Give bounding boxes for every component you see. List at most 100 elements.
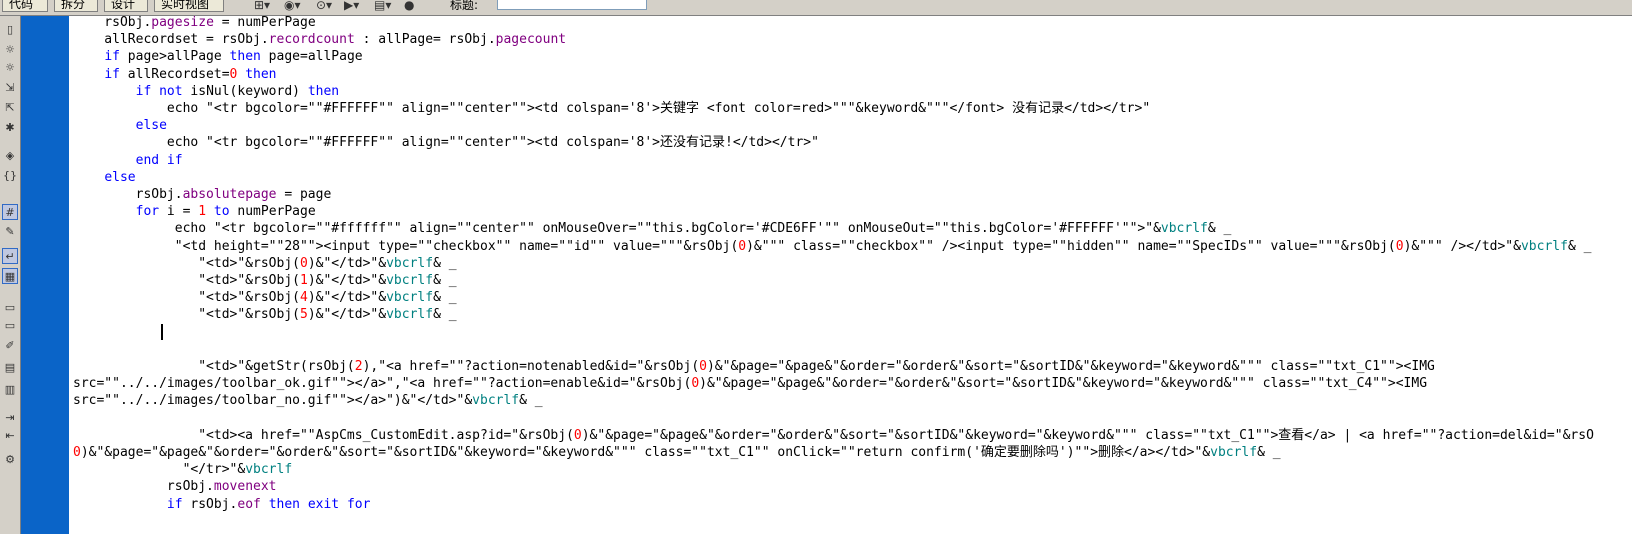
code-line[interactable]: else	[73, 117, 167, 135]
code-token: echo "<tr bgcolor=""#FFFFFF"" align=""ce…	[73, 135, 819, 150]
code-token: "<td>"&rsObj(	[73, 307, 300, 322]
code-token: if	[166, 497, 183, 512]
outdent-icon[interactable]: ⇤	[2, 428, 18, 444]
collapse-all-icon[interactable]: ✱	[2, 120, 18, 136]
code-line[interactable]: if rsObj.eof then exit for	[73, 496, 371, 514]
wrap-tag-icon[interactable]: ✐	[2, 338, 18, 354]
select-parent-icon[interactable]: ◈	[2, 148, 18, 164]
code-editor[interactable]: 200 rsObj.pagesize = numPerPage201 allRe…	[69, 16, 1632, 534]
code-token: rsObj.	[73, 187, 183, 202]
code-token: src=""../../images/toolbar_ok.gif""></a>…	[73, 376, 692, 391]
refresh-icon[interactable]: ●	[404, 0, 414, 11]
recent-snippets-icon[interactable]: ▤	[2, 360, 18, 376]
code-line[interactable]: "<td><a href=""AspCms_CustomEdit.asp?id=…	[73, 427, 1594, 445]
code-token: 0	[73, 445, 81, 460]
file-icon[interactable]: ▯	[2, 22, 18, 38]
sun-icon[interactable]: ☼	[2, 42, 18, 58]
code-line[interactable]: for i = 1 to numPerPage	[73, 203, 316, 221]
code-token: vbcrlf	[1520, 239, 1568, 254]
line-numbers-icon[interactable]: #	[2, 204, 18, 220]
code-token: if not	[135, 84, 183, 99]
code-line[interactable]: "<td>"&rsObj(5)&"</td>"&vbcrlf& _	[73, 306, 456, 324]
code-line[interactable]: echo "<tr bgcolor=""#ffffff"" align=""ce…	[73, 220, 1232, 238]
code-line[interactable]: "<td>"&rsObj(1)&"</td>"&vbcrlf& _	[73, 272, 457, 290]
document-toolbar: 代码 拆分 设计 实时视图 ⊞▾ ◉▾ ⊙▾ ▶▾ ▤▾ ● 标题:	[0, 0, 1632, 16]
code-line[interactable]: "<td>"&rsObj(4)&"</td>"&vbcrlf& _	[73, 289, 456, 307]
code-token: then	[307, 84, 340, 99]
expand-icon[interactable]: ⇲	[2, 80, 18, 96]
code-view-button[interactable]: 代码	[2, 0, 48, 12]
code-token: else	[104, 170, 136, 185]
code-line[interactable]: end if	[73, 152, 183, 170]
line-number-gutter	[21, 16, 69, 534]
code-token: then	[245, 67, 277, 82]
live-view-button[interactable]: 实时视图	[154, 0, 224, 12]
code-line[interactable]: echo "<tr bgcolor=""#FFFFFF"" align=""ce…	[73, 100, 1150, 118]
code-line[interactable]: if allRecordset=0 then	[73, 66, 277, 84]
code-token: eof	[237, 497, 261, 512]
code-line[interactable]: else	[73, 169, 136, 187]
code-token: )&""" /></td>"&	[1403, 239, 1521, 254]
code-token: vbcrlf	[245, 462, 293, 477]
comment-icon[interactable]: ▭	[2, 300, 18, 316]
multiscreen-icon[interactable]: ◉▾	[284, 0, 301, 11]
code-line[interactable]: allRecordset = rsObj.recordcount : allPa…	[73, 31, 566, 49]
code-token: & _	[1207, 221, 1232, 236]
code-line[interactable]: echo "<tr bgcolor=""#FFFFFF"" align=""ce…	[73, 134, 819, 152]
move-css-icon[interactable]: ▥	[2, 382, 18, 398]
code-token: vbcrlf	[472, 393, 520, 408]
code-token: movenext	[213, 479, 277, 494]
visual-aids-icon[interactable]: ▤▾	[374, 0, 391, 11]
code-token: vbcrlf	[386, 307, 434, 322]
code-token: rsObj.	[182, 497, 238, 512]
code-token: "</tr>"&	[73, 462, 246, 477]
code-token: )&"</td>"&	[307, 256, 387, 271]
uncomment-icon[interactable]: ▭	[2, 318, 18, 334]
code-token: & _	[433, 256, 457, 271]
design-view-button[interactable]: 设计	[104, 0, 148, 12]
browser-preview-icon[interactable]: ⊙▾	[316, 0, 332, 11]
split-view-button[interactable]: 拆分	[54, 0, 98, 12]
code-line[interactable]: rsObj.absolutepage = page	[73, 186, 332, 204]
code-token: vbcrlf	[1210, 445, 1258, 460]
word-wrap-icon[interactable]: ↵	[2, 248, 18, 264]
code-token: 0	[299, 256, 308, 271]
code-line[interactable]: rsObj.pagesize = numPerPage	[73, 16, 315, 32]
code-token: & _	[433, 273, 457, 288]
syntax-coloring-icon[interactable]: ▦	[2, 268, 18, 284]
indent-icon[interactable]: ⇥	[2, 410, 18, 426]
code-line[interactable]: 0)&"&page="&page&"&order="&order&"&sort=…	[73, 444, 1281, 462]
code-line[interactable]: "<td>"&rsObj(0)&"</td>"&vbcrlf& _	[73, 255, 457, 273]
code-token: 1	[299, 273, 308, 288]
code-line[interactable]: "</tr>"&vbcrlf	[73, 461, 293, 479]
code-line[interactable]: "<td height=""28""><input type=""checkbo…	[73, 238, 1592, 256]
code-line[interactable]: src=""../../images/toolbar_ok.gif""></a>…	[73, 375, 1427, 393]
code-token: page=allPage	[260, 49, 363, 64]
code-line[interactable]: "<td>"&getStr(rsObj(2),"<a href=""?actio…	[73, 358, 1435, 376]
code-token: else	[135, 118, 167, 133]
code-token: vbcrlf	[386, 290, 434, 305]
sun-icon[interactable]: ☼	[2, 60, 18, 76]
balance-braces-icon[interactable]: {}	[2, 168, 18, 184]
code-token: 0	[1395, 239, 1404, 254]
title-input[interactable]	[497, 0, 647, 10]
code-line[interactable]: src=""../../images/toolbar_no.gif""></a>…	[73, 392, 543, 410]
inspect-icon[interactable]: ⊞▾	[254, 0, 270, 11]
file-management-icon[interactable]: ▶▾	[344, 0, 359, 11]
collapse-icon[interactable]: ⇱	[2, 100, 18, 116]
code-token: 0	[738, 239, 747, 254]
code-token: "<td><a href=""AspCms_CustomEdit.asp?id=…	[73, 428, 574, 443]
code-token: 2	[354, 359, 363, 374]
code-token: src=""../../images/toolbar_no.gif""></a>…	[73, 393, 473, 408]
highlight-invalid-icon[interactable]: ✎	[2, 224, 18, 240]
format-source-icon[interactable]: ⚙	[2, 452, 18, 468]
code-line[interactable]: if page>allPage then page=allPage	[73, 48, 363, 66]
code-line[interactable]: if not isNul(keyword) then	[73, 83, 340, 101]
title-label: 标题:	[450, 0, 479, 12]
code-line[interactable]: rsObj.movenext	[73, 478, 277, 496]
code-token: )&"</td>"&	[307, 290, 387, 305]
code-token: to	[213, 204, 230, 219]
